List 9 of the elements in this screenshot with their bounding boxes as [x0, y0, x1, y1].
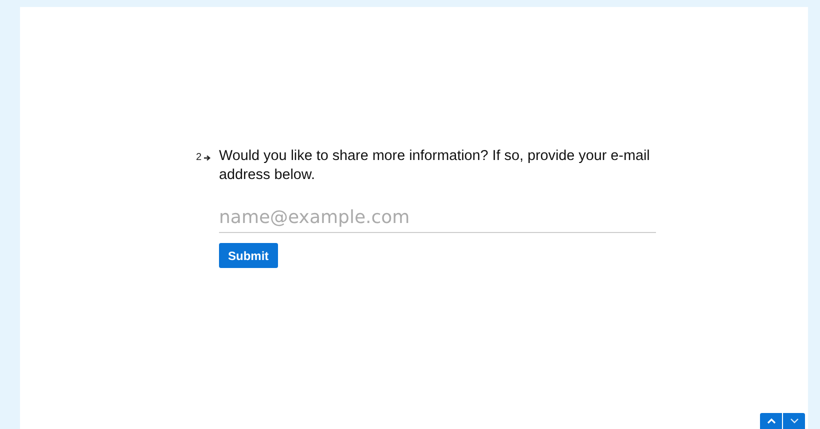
email-field[interactable]: name@example.com	[219, 207, 656, 233]
question-number: 2	[196, 152, 202, 163]
submit-button[interactable]: Submit	[219, 243, 278, 268]
question-text: Would you like to share more information? If so, provide your e-mail address below.	[219, 147, 651, 185]
caret-down-icon	[790, 418, 798, 424]
next-button[interactable]	[783, 413, 805, 429]
arrow-icon	[204, 154, 211, 160]
caret-up-icon	[766, 418, 776, 424]
previous-button[interactable]	[760, 413, 782, 429]
